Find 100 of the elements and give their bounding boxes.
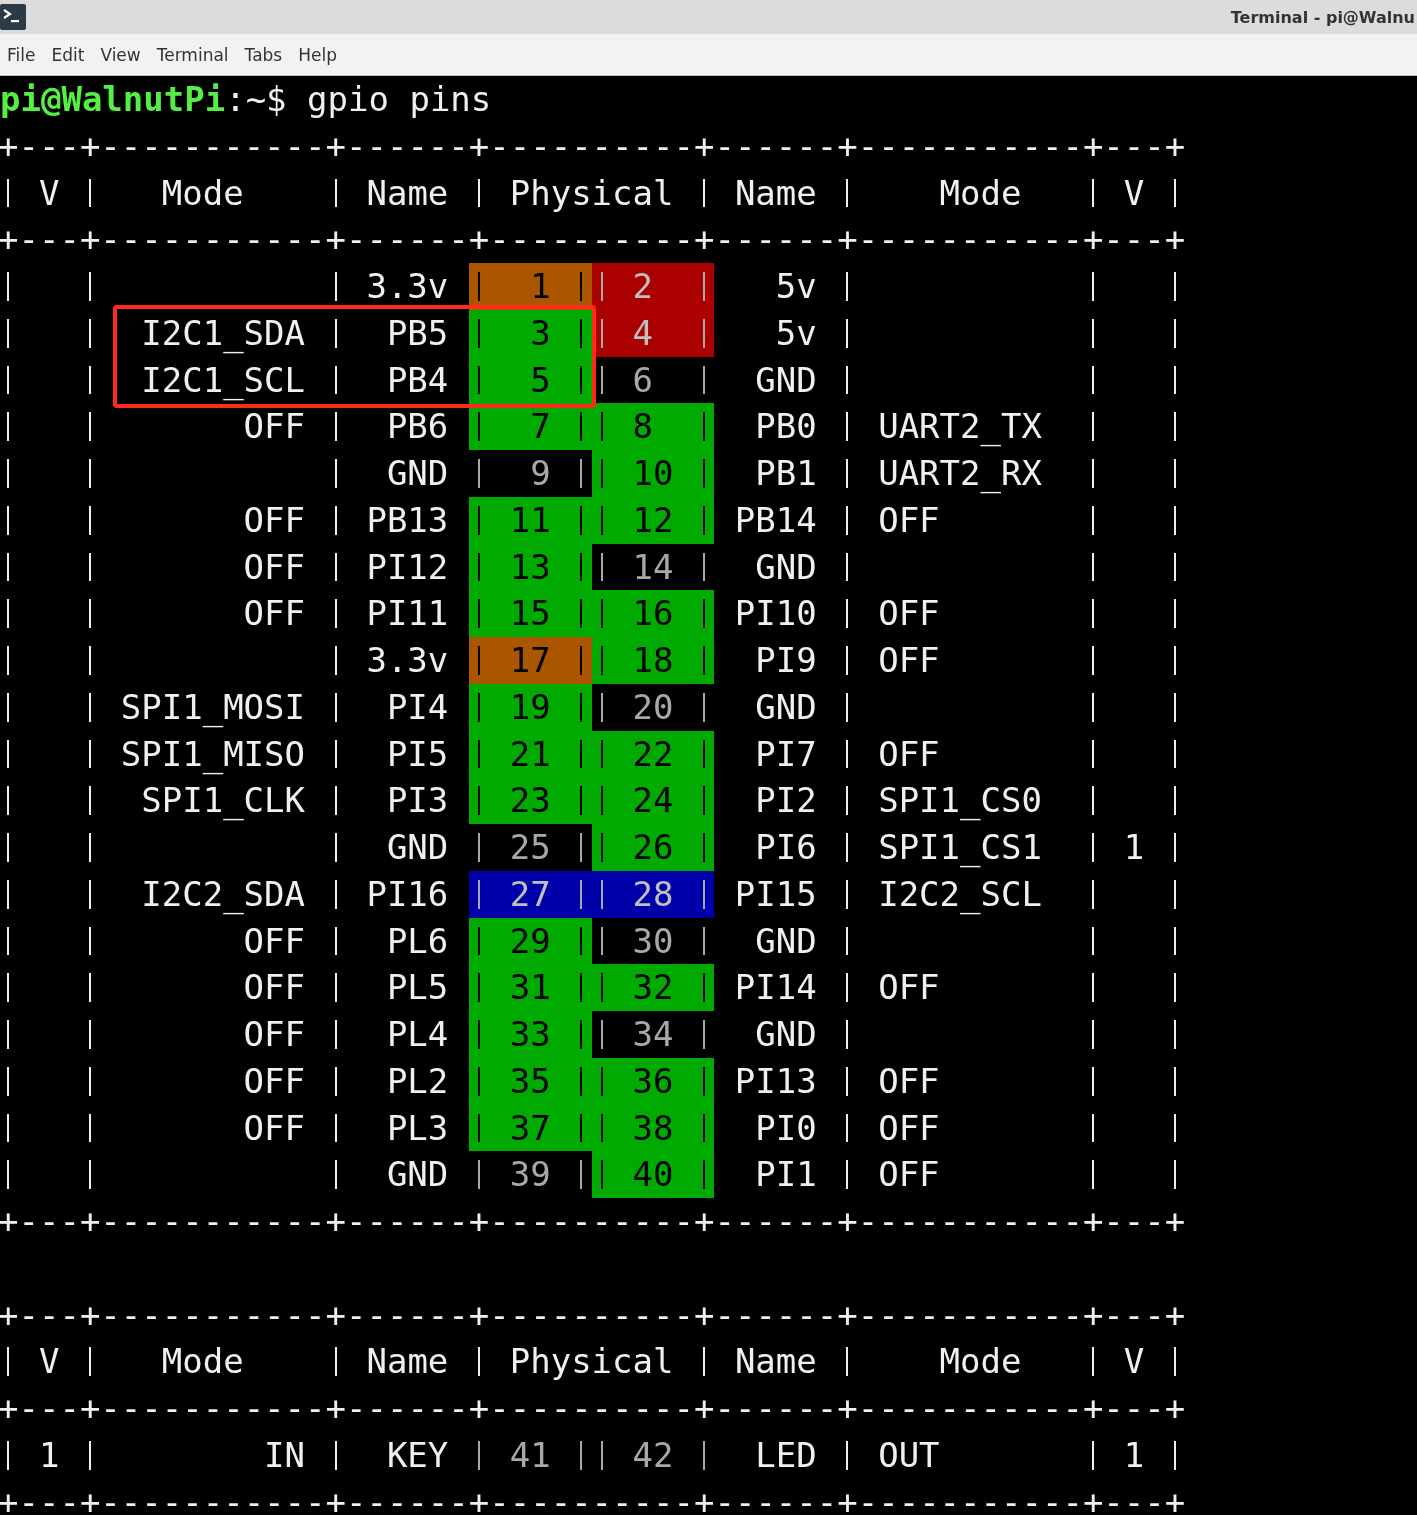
pin-cell: 2: [591, 263, 715, 310]
terminal-icon: [0, 4, 26, 30]
table-cell-text: PI5: [385, 732, 450, 776]
pin-cell: 38: [591, 1104, 715, 1152]
table-cell-text: PL3: [385, 1106, 450, 1150]
menu-item[interactable]: Terminal: [148, 44, 237, 65]
table-cell-text: OFF: [877, 966, 941, 1010]
table-cell-text: GND: [385, 452, 450, 495]
pin-cell: 35: [468, 1057, 592, 1105]
menu-item[interactable]: View: [92, 44, 149, 65]
pin-cell: 7: [468, 403, 592, 450]
pin-cell: 33: [468, 1011, 592, 1058]
table-cell-text: UART2_TX: [877, 405, 1043, 449]
table-cell-text: 1: [1122, 1433, 1146, 1477]
table-cell-text: PI3: [385, 779, 450, 823]
column-header: Mode: [160, 171, 245, 215]
table-cell-text: SPI1_MOSI: [119, 685, 307, 730]
pin-cell: 15: [468, 590, 592, 637]
table-cell-text: 3.3v: [365, 265, 450, 308]
table-border: +---+-----------+------+----------+------+-----------+---+: [0, 1293, 1186, 1337]
table-border: +---+-----------+------+----------+------+-----------+---+: [0, 1200, 1186, 1243]
column-header: Physical: [508, 171, 675, 215]
pin-cell: 37: [468, 1104, 592, 1152]
column-header: Mode: [938, 1340, 1023, 1384]
table-cell-text: PL6: [385, 919, 450, 963]
column-header: Physical: [508, 1340, 675, 1384]
table-cell-text: I2C1_SCL: [140, 358, 307, 403]
table-cell-text: GND: [754, 919, 818, 963]
menu-item[interactable]: Help: [290, 44, 345, 65]
table-cell-text: PB1: [754, 452, 818, 495]
table-cell-text: 5v: [774, 265, 818, 308]
column-header: Mode: [160, 1340, 245, 1384]
table-cell-text: OFF: [242, 592, 307, 636]
table-cell-text: SPI1_CLK: [140, 779, 307, 823]
menu-item[interactable]: File: [0, 44, 44, 65]
table-cell-text: PI0: [754, 1106, 818, 1150]
table-cell-text: PB14: [733, 498, 818, 542]
table-cell-text: UART2_RX: [877, 452, 1043, 496]
table-cell-text: I2C2_SDA: [140, 872, 307, 917]
table-border: +---+-----------+------+----------+------+-----------+---+: [0, 1480, 1186, 1515]
pin-cell: 16: [591, 590, 715, 637]
table-cell-text: OFF: [242, 919, 307, 963]
table-cell-text: PB6: [385, 405, 450, 449]
pin-cell: 31: [468, 964, 592, 1011]
column-header: Mode: [938, 171, 1023, 215]
table-cell-text: I2C2_SCL: [877, 872, 1043, 917]
menu-item[interactable]: Edit: [43, 44, 93, 65]
table-cell-text: LED: [754, 1433, 818, 1477]
window-title: Terminal - pi@Walnu: [1230, 7, 1416, 27]
pin-cell: 1: [468, 263, 592, 310]
table-cell-text: GND: [754, 1013, 818, 1056]
column-header: V: [1122, 1340, 1146, 1384]
table-cell-text: OFF: [242, 545, 307, 589]
table-cell-text: SPI1_CS1: [877, 826, 1043, 870]
table-cell-text: PB5: [385, 311, 450, 355]
table-cell-text: KEY: [385, 1433, 450, 1477]
menu-item[interactable]: Tabs: [236, 44, 291, 65]
table-cell-text: PL2: [385, 1059, 450, 1103]
column-header: Name: [733, 1340, 818, 1384]
table-cell-text: 1: [37, 1433, 61, 1477]
pin-cell: 3: [468, 309, 592, 357]
table-cell-text: PI14: [733, 966, 818, 1010]
column-header: Name: [365, 1340, 450, 1384]
table-cell-text: GND: [754, 358, 818, 402]
table-cell-text: PL4: [385, 1013, 450, 1056]
command-text: gpio pins: [307, 78, 492, 121]
table-cell-text: OFF: [877, 498, 941, 542]
table-cell-text: 5v: [774, 311, 818, 355]
pin-cell: 12: [591, 496, 715, 544]
table-cell-text: OFF: [877, 1059, 941, 1103]
table-cell-text: PI4: [385, 685, 450, 729]
table-cell-text: PI9: [754, 639, 818, 682]
table-cell-text: GND: [754, 685, 818, 729]
column-header: V: [1122, 171, 1146, 215]
table-cell-text: PI11: [365, 592, 450, 636]
table-cell-text: GND: [385, 826, 450, 869]
table-cell-text: SPI1_MISO: [119, 732, 307, 777]
table-cell-text: OFF: [877, 639, 941, 682]
table-cell-text: OFF: [242, 1059, 307, 1103]
table-cell-text: OFF: [242, 1013, 307, 1056]
column-header: Name: [365, 171, 450, 215]
table-cell-text: OFF: [242, 966, 307, 1010]
table-cell-text: PL5: [385, 966, 450, 1010]
table-cell-text: PI6: [754, 826, 818, 869]
table-cell-text: OFF: [877, 1106, 941, 1150]
pin-cell: 26: [591, 824, 715, 871]
table-cell-text: OUT: [877, 1433, 941, 1477]
table-border: +---+-----------+------+----------+------+-----------+---+: [0, 1387, 1186, 1430]
table-cell-text: OFF: [242, 1106, 307, 1150]
table-cell-text: OFF: [242, 498, 307, 542]
table-cell-text: 3.3v: [365, 639, 450, 682]
table-cell-text: PI1: [754, 1153, 818, 1197]
table-cell-text: GND: [754, 545, 818, 589]
table-cell-text: GND: [385, 1153, 450, 1197]
pin-cell: 10: [591, 450, 715, 497]
pin-cell: 22: [591, 730, 715, 778]
pin-cell: 27: [468, 870, 592, 918]
table-cell-text: PB13: [365, 498, 450, 542]
table-cell-text: PI15: [733, 872, 818, 916]
table-cell-text: IN: [263, 1433, 307, 1477]
